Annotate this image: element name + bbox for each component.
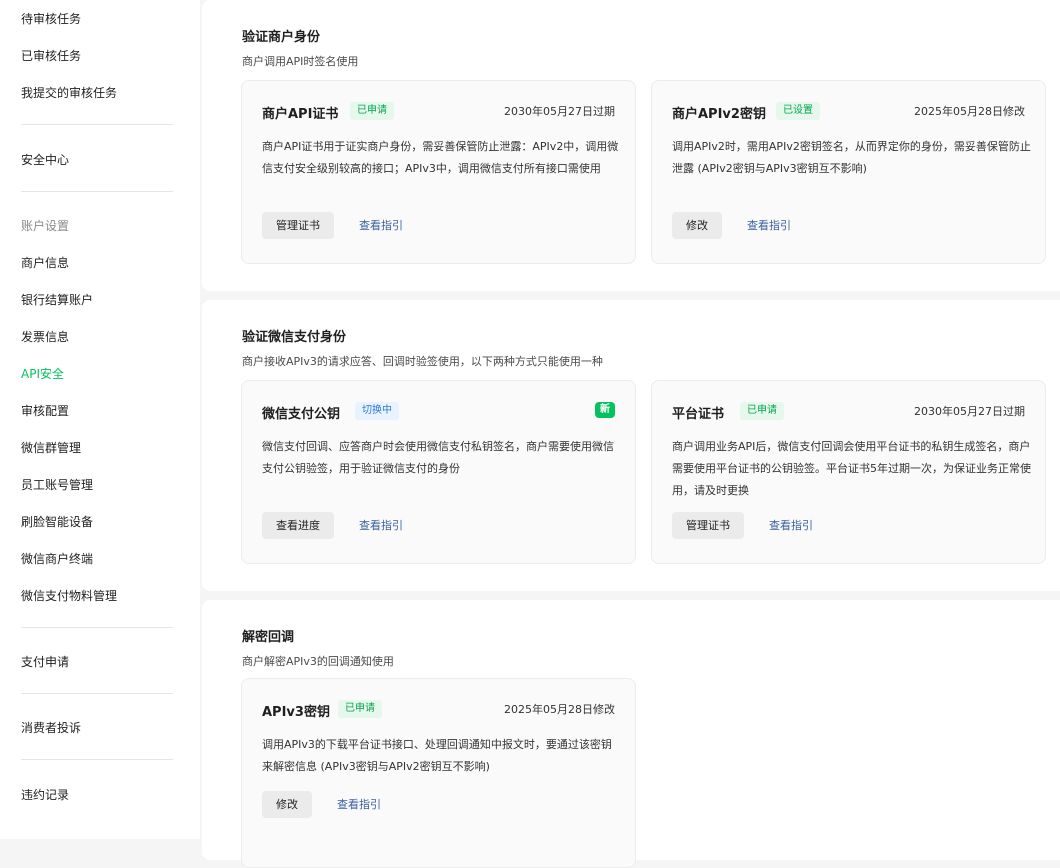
view-guide-link[interactable]: 查看指引 [769,512,813,539]
modify-button[interactable]: 修改 [672,212,722,239]
section-decrypt-callback: 解密回调 商户解密APIv3的回调通知使用 APIv3密钥 已申请 2025年0… [202,600,1060,868]
card-description: 微信支付回调、应答商户时会使用微信支付私钥签名，商户需要使用微信支付公钥验签，用… [262,440,614,475]
section-title: 验证商户身份 [242,30,321,45]
sidebar-divider [21,693,173,694]
view-guide-link[interactable]: 查看指引 [359,212,403,239]
status-badge: 已申请 [338,700,382,718]
card-description: 商户API证书用于证实商户身份，需妥善保管防止泄露：APIv2中，调用微信支付安… [262,140,619,175]
sidebar: 待审核任务 已审核任务 我提交的审核任务 安全中心 账户设置 商户信息 银行结算… [0,0,200,839]
status-badge: 已申请 [740,402,784,420]
card-description: 商户调用业务API后，微信支付回调会使用平台证书的私钥生成签名，商户需要使用平台… [672,440,1031,497]
sidebar-item-wechat-group[interactable]: 微信群管理 [21,439,81,456]
view-guide-link[interactable]: 查看指引 [337,791,381,818]
section-verify-wechatpay: 验证微信支付身份 商户接收APIv3的请求应答、回调时验签使用，以下两种方式只能… [202,300,1060,591]
sidebar-group-account-settings: 账户设置 [21,219,70,233]
card-description: 调用APIv2时，需用APIv2密钥签名，从而界定你的身份，需妥善保管防止泄露 … [672,140,1031,175]
sidebar-divider [21,191,173,192]
sidebar-item-invoice-info[interactable]: 发票信息 [21,328,69,345]
card-title: APIv3密钥 [262,705,330,720]
card-merchant-apiv2-key: 商户APIv2密钥 已设置 2025年05月28日修改 调用APIv2时，需用A… [651,80,1046,264]
card-title: 商户API证书 [262,107,339,122]
card-modified-date: 2025年05月28日修改 [504,703,615,716]
section-description: 商户解密APIv3的回调通知使用 [242,655,394,668]
sidebar-item-pending-review[interactable]: 待审核任务 [21,10,81,27]
view-guide-link[interactable]: 查看指引 [747,212,791,239]
sidebar-item-bank-account[interactable]: 银行结算账户 [21,291,93,308]
sidebar-divider [21,124,173,125]
view-progress-button[interactable]: 查看进度 [262,512,334,539]
sidebar-item-merchant-terminal[interactable]: 微信商户终端 [21,550,93,567]
sidebar-divider [21,759,173,760]
sidebar-item-merchant-info[interactable]: 商户信息 [21,254,69,271]
sidebar-item-security-center[interactable]: 安全中心 [21,151,69,168]
sidebar-item-review-config[interactable]: 审核配置 [21,402,69,419]
status-badge: 已申请 [350,102,394,120]
view-guide-link[interactable]: 查看指引 [359,512,403,539]
section-title: 验证微信支付身份 [242,330,347,345]
sidebar-item-face-devices[interactable]: 刷脸智能设备 [21,513,93,530]
section-description: 商户调用API时签名使用 [242,55,359,68]
new-badge: 新 [595,402,615,418]
section-title: 解密回调 [242,630,295,645]
section-verify-merchant: 验证商户身份 商户调用API时签名使用 商户API证书 已申请 2030年05月… [202,0,1060,291]
section-description: 商户接收APIv3的请求应答、回调时验签使用，以下两种方式只能使用一种 [242,355,603,368]
manage-cert-button[interactable]: 管理证书 [262,212,334,239]
status-badge: 已设置 [776,102,820,120]
card-title: 平台证书 [672,407,725,422]
sidebar-item-consumer-complaint[interactable]: 消费者投诉 [21,719,81,736]
manage-cert-button[interactable]: 管理证书 [672,512,744,539]
card-wechatpay-public-key: 微信支付公钥 切换中 新 微信支付回调、应答商户时会使用微信支付私钥签名，商户需… [241,380,636,564]
sidebar-item-materials[interactable]: 微信支付物料管理 [21,587,117,604]
sidebar-item-my-submitted[interactable]: 我提交的审核任务 [21,84,117,101]
card-merchant-api-cert: 商户API证书 已申请 2030年05月27日过期 商户API证书用于证实商户身… [241,80,636,264]
card-platform-cert: 平台证书 已申请 2030年05月27日过期 商户调用业务API后，微信支付回调… [651,380,1046,564]
card-description: 调用APIv3的下载平台证书接口、处理回调通知中报文时，要通过该密钥来解密信息 … [262,738,612,773]
sidebar-item-staff-accounts[interactable]: 员工账号管理 [21,476,93,493]
card-title: 微信支付公钥 [262,407,341,422]
card-title: 商户APIv2密钥 [672,107,766,122]
sidebar-item-api-security[interactable]: API安全 [21,365,64,382]
sidebar-item-pay-apply[interactable]: 支付申请 [21,653,69,670]
card-expiry-date: 2030年05月27日过期 [504,105,615,118]
card-expiry-date: 2030年05月27日过期 [914,405,1025,418]
status-badge: 切换中 [355,402,399,420]
card-modified-date: 2025年05月28日修改 [914,105,1025,118]
card-apiv3-key: APIv3密钥 已申请 2025年05月28日修改 调用APIv3的下载平台证书… [241,678,636,868]
sidebar-divider [21,627,173,628]
modify-button[interactable]: 修改 [262,791,312,818]
sidebar-item-reviewed[interactable]: 已审核任务 [21,47,81,64]
sidebar-item-violation-record[interactable]: 违约记录 [21,786,69,803]
